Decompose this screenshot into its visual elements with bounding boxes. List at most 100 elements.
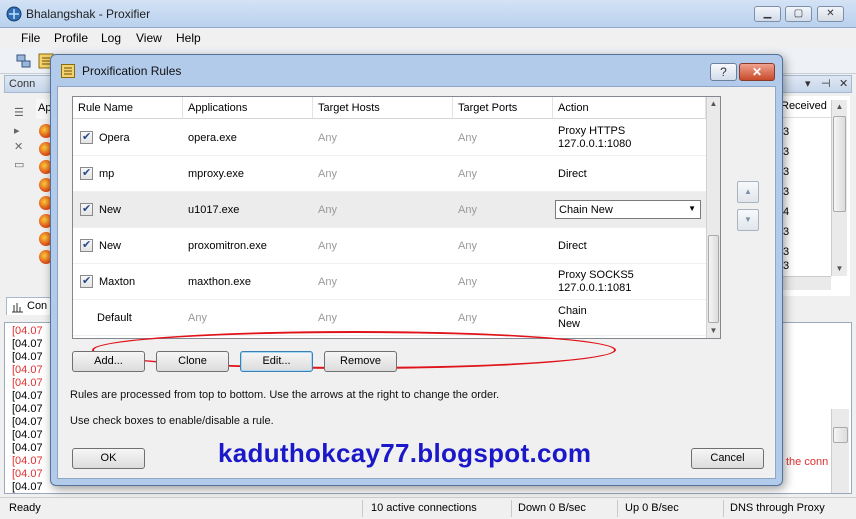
- rule-enabled-checkbox[interactable]: [80, 274, 93, 288]
- rule-target-ports-cell: Any: [453, 228, 553, 264]
- scroll-down-arrow[interactable]: ▼: [832, 262, 847, 276]
- status-bar: Ready 10 active connections Down 0 B/sec…: [0, 497, 856, 519]
- window-icon[interactable]: ▭: [14, 158, 28, 172]
- clone-rule-button[interactable]: Clone: [156, 351, 229, 372]
- rule-enabled-checkbox[interactable]: [80, 238, 93, 252]
- rule-action: Proxy HTTPS: [558, 125, 626, 137]
- rule-applications: opera.exe: [188, 132, 237, 144]
- rule-target-hosts-cell: Any: [313, 156, 453, 192]
- rule-target-ports: Any: [458, 204, 477, 216]
- network-computers-icon[interactable]: [16, 53, 32, 69]
- connections-side-toolbar: ☰ ▸ ✕ ▭: [8, 96, 36, 296]
- rule-row[interactable]: Opera opera.exe Any Any Proxy HTTPS127.0.0.1…: [73, 120, 706, 156]
- status-separator: [617, 500, 618, 517]
- menu-log[interactable]: Log: [101, 31, 121, 45]
- column-header-applications[interactable]: Applications: [183, 97, 313, 119]
- status-separator: [511, 500, 512, 517]
- log-line: [04.07: [12, 416, 43, 428]
- panel-close-icon[interactable]: ✕: [839, 77, 848, 90]
- log-scroll-thumb[interactable]: [833, 427, 848, 443]
- rule-target-hosts-cell: Any: [313, 120, 453, 156]
- rules-scroll-down-arrow[interactable]: ▼: [707, 324, 720, 338]
- scroll-up-arrow[interactable]: ▲: [832, 100, 847, 114]
- rule-applications-cell: proxomitron.exe: [183, 228, 313, 264]
- chevron-down-icon[interactable]: ▼: [688, 204, 696, 213]
- connections-tab[interactable]: Con: [6, 297, 52, 315]
- log-line: [04.07: [12, 481, 43, 493]
- connections-tab-icon: [12, 303, 23, 313]
- rule-target-hosts: Any: [318, 132, 337, 144]
- rules-scrollbar[interactable]: ▲ ▼: [706, 97, 720, 338]
- horizontal-scrollbar[interactable]: [779, 276, 831, 290]
- rule-action-cell: Direct: [553, 228, 706, 264]
- rule-row[interactable]: mp mproxy.exe Any Any Direct: [73, 156, 706, 192]
- remove-rule-button[interactable]: Remove: [324, 351, 397, 372]
- rule-action-dropdown[interactable]: Chain New ▼: [555, 200, 701, 219]
- menu-help[interactable]: Help: [176, 31, 201, 45]
- rule-target-hosts-cell: Any: [313, 192, 453, 228]
- expand-arrow-icon[interactable]: ▸: [14, 124, 28, 138]
- proxifier-app-icon: [6, 6, 22, 22]
- status-upload-rate: Up 0 B/sec: [625, 502, 679, 514]
- rule-row[interactable]: New u1017.exe Any Any Chain New ▼: [73, 192, 706, 228]
- dialog-close-button[interactable]: ✕: [739, 63, 775, 81]
- rules-dialog-icon: [61, 64, 75, 78]
- menu-file[interactable]: File: [21, 31, 40, 45]
- rule-target-ports: Any: [458, 312, 477, 324]
- pin-icon[interactable]: ⊣: [821, 77, 831, 90]
- rule-applications-cell: u1017.exe: [183, 192, 313, 228]
- column-header-rule-name[interactable]: Rule Name: [73, 97, 183, 119]
- received-value: 3: [783, 260, 790, 272]
- rules-scroll-up-arrow[interactable]: ▲: [707, 97, 720, 111]
- log-line: [04.07: [12, 429, 43, 441]
- log-line: [04.07: [12, 364, 43, 376]
- status-ready: Ready: [9, 502, 41, 514]
- rule-enabled-checkbox[interactable]: [80, 130, 93, 144]
- column-header-target-hosts[interactable]: Target Hosts: [313, 97, 453, 119]
- help-button[interactable]: ?: [710, 63, 737, 81]
- close-window-button[interactable]: ✕: [817, 6, 844, 22]
- log-line: [04.07: [12, 455, 43, 467]
- rule-action-cell: Chain New: [553, 300, 706, 336]
- column-header-action[interactable]: Action: [553, 97, 706, 119]
- rule-action: Proxy SOCKS5: [558, 269, 634, 281]
- rule-enabled-checkbox[interactable]: [80, 166, 93, 180]
- received-value: 3: [783, 246, 790, 258]
- received-column-header[interactable]: Received: [779, 100, 831, 118]
- rule-target-ports: Any: [458, 132, 477, 144]
- add-rule-button[interactable]: Add...: [72, 351, 145, 372]
- maximize-button[interactable]: ▢: [785, 6, 812, 22]
- rule-row[interactable]: Maxton maxthon.exe Any Any Proxy SOCKS5127.0…: [73, 264, 706, 300]
- menu-view[interactable]: View: [136, 31, 162, 45]
- dropdown-arrow-icon[interactable]: ▾: [805, 77, 811, 90]
- rule-action-detail: 127.0.0.1:1081: [558, 282, 632, 294]
- log-line: [04.07: [12, 442, 43, 454]
- rule-enabled-checkbox[interactable]: [80, 202, 93, 216]
- dialog-title: Proxification Rules: [82, 64, 182, 78]
- connections-scrollbar[interactable]: ▲ ▼: [831, 100, 847, 276]
- rules-scroll-thumb[interactable]: [708, 235, 719, 323]
- cancel-button[interactable]: Cancel: [691, 448, 764, 469]
- received-value: 3: [783, 226, 790, 238]
- minimize-button[interactable]: ▁: [754, 6, 781, 22]
- rule-target-hosts: Any: [318, 204, 337, 216]
- rule-name-cell: Maxton: [73, 264, 183, 300]
- rule-target-ports: Any: [458, 276, 477, 288]
- rule-action: Direct: [558, 240, 587, 252]
- scroll-thumb[interactable]: [833, 116, 846, 212]
- move-rule-down-button[interactable]: ▼: [737, 209, 759, 231]
- edit-rule-button[interactable]: Edit...: [240, 351, 313, 372]
- rule-row[interactable]: New proxomitron.exe Any Any Direct: [73, 228, 706, 264]
- rule-name: Opera: [99, 132, 130, 144]
- move-rule-up-button[interactable]: ▲: [737, 181, 759, 203]
- close-connection-icon[interactable]: ✕: [14, 140, 28, 154]
- list-view-icon[interactable]: ☰: [14, 106, 28, 120]
- rule-applications-cell: mproxy.exe: [183, 156, 313, 192]
- log-line: [04.07: [12, 325, 43, 337]
- ok-button[interactable]: OK: [72, 448, 145, 469]
- column-header-target-ports[interactable]: Target Ports: [453, 97, 553, 119]
- log-scrollbar[interactable]: [831, 409, 849, 493]
- menu-profile[interactable]: Profile: [54, 31, 88, 45]
- received-value: 3: [783, 146, 790, 158]
- status-separator: [362, 500, 363, 517]
